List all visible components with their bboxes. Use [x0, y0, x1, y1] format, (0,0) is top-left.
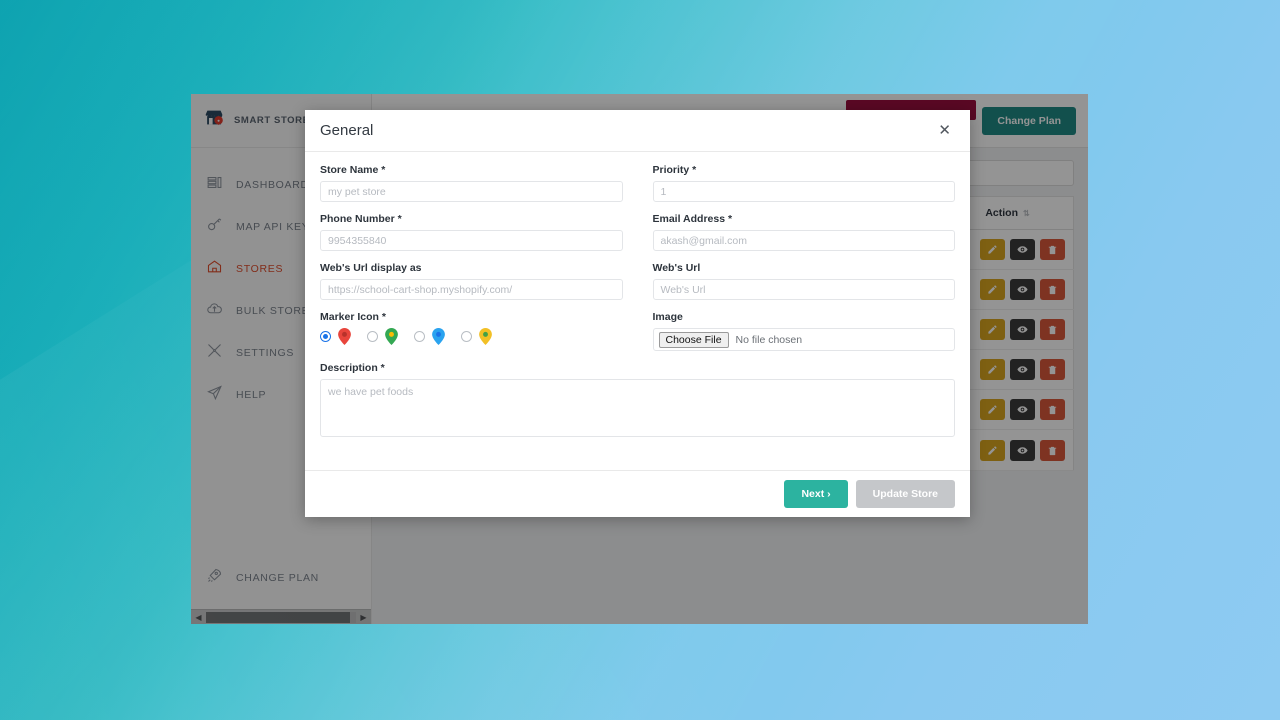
- close-icon[interactable]: ✕: [934, 121, 955, 140]
- sidebar-item-label: CHANGE PLAN: [236, 572, 319, 584]
- field-priority: Priority * 1: [652, 164, 955, 202]
- marker-option-blue-pin[interactable]: [414, 328, 445, 345]
- phone-number-label: Phone Number *: [320, 213, 402, 225]
- web-url-input[interactable]: Web's Url: [652, 279, 955, 300]
- store-name-label: Store Name *: [320, 164, 386, 176]
- view-button[interactable]: [1010, 439, 1035, 461]
- web-url-display-input[interactable]: https://school-cart-shop.myshopify.com/: [320, 279, 623, 300]
- modal-body: Store Name * my pet store Priority * 1 P…: [305, 152, 970, 470]
- view-button[interactable]: [1010, 319, 1035, 340]
- send-icon: [206, 384, 223, 406]
- field-marker-icon: Marker Icon *: [320, 311, 623, 351]
- field-store-name: Store Name * my pet store: [320, 164, 623, 202]
- cloud-upload-icon: [206, 300, 223, 322]
- blue-pin-icon: [432, 328, 445, 345]
- sidebar-item-label: MAP API KEY: [236, 221, 310, 233]
- yellow-pin-icon: [479, 328, 492, 345]
- sidebar-item-change-plan[interactable]: CHANGE PLAN: [191, 557, 371, 599]
- edit-button[interactable]: [980, 239, 1005, 260]
- marker-option-yellow-pin[interactable]: [461, 328, 492, 345]
- modal-title: General: [320, 122, 374, 139]
- tools-icon: [206, 342, 223, 364]
- store-icon: [206, 258, 223, 280]
- column-header-action-label: Action: [985, 207, 1019, 219]
- rocket-icon: [206, 567, 223, 589]
- field-web-url-display: Web's Url display as https://school-cart…: [320, 262, 623, 300]
- scroll-right-arrow[interactable]: ▶: [358, 610, 369, 624]
- view-button[interactable]: [1010, 239, 1035, 260]
- email-address-input[interactable]: akash@gmail.com: [652, 230, 955, 251]
- modal-header: General ✕: [305, 110, 970, 152]
- modal-footer: Next › Update Store: [305, 470, 970, 517]
- google-pin-icon: [385, 328, 398, 345]
- image-file-input[interactable]: Choose File No file chosen: [652, 328, 955, 351]
- marker-option-google-pin[interactable]: [367, 328, 398, 345]
- edit-button[interactable]: [980, 319, 1005, 340]
- description-label: Description *: [320, 362, 385, 374]
- store-name-input[interactable]: my pet store: [320, 181, 623, 202]
- email-address-label: Email Address *: [652, 213, 733, 225]
- edit-button[interactable]: [980, 399, 1005, 420]
- delete-button[interactable]: [1040, 279, 1065, 300]
- edit-button[interactable]: [980, 279, 1005, 300]
- radio-blue-pin[interactable]: [414, 331, 425, 342]
- web-url-label: Web's Url: [652, 262, 701, 274]
- sidebar-item-label: DASHBOARD: [236, 179, 309, 191]
- file-status-text: No file chosen: [735, 333, 803, 346]
- radio-google-pin[interactable]: [367, 331, 378, 342]
- choose-file-button[interactable]: Choose File: [658, 331, 729, 348]
- sidebar-item-label: STORES: [236, 263, 284, 275]
- delete-button[interactable]: [1040, 319, 1065, 340]
- web-url-display-label: Web's Url display as: [320, 262, 422, 274]
- edit-button[interactable]: [980, 439, 1005, 461]
- change-plan-button[interactable]: Change Plan: [982, 106, 1076, 135]
- view-button[interactable]: [1010, 399, 1035, 420]
- field-image: Image Choose File No file chosen: [652, 311, 955, 351]
- marker-option-red-pin[interactable]: [320, 328, 351, 345]
- desktop-wallpaper: SMART STORE LOCATOR DASHBOARD MAP API KE…: [0, 0, 1280, 720]
- marker-icon-label: Marker Icon *: [320, 311, 386, 323]
- key-icon: [206, 216, 223, 238]
- radio-yellow-pin[interactable]: [461, 331, 472, 342]
- field-description: Description * we have pet foods: [320, 362, 955, 437]
- priority-input[interactable]: 1: [652, 181, 955, 202]
- dashboard-icon: [206, 174, 223, 196]
- scrollbar-track[interactable]: [206, 611, 356, 623]
- general-modal: General ✕ Store Name * my pet store Prio…: [305, 110, 970, 517]
- edit-button[interactable]: [980, 359, 1005, 380]
- marker-icon-options: [320, 328, 623, 345]
- scrollbar-thumb[interactable]: [206, 611, 350, 623]
- phone-number-input[interactable]: 9954355840: [320, 230, 623, 251]
- update-store-button[interactable]: Update Store: [855, 480, 955, 508]
- delete-button[interactable]: [1040, 359, 1065, 380]
- field-email-address: Email Address * akash@gmail.com: [652, 213, 955, 251]
- next-button[interactable]: Next ›: [784, 480, 848, 508]
- field-web-url: Web's Url Web's Url: [652, 262, 955, 300]
- delete-button[interactable]: [1040, 239, 1065, 260]
- sidebar-item-label: SETTINGS: [236, 347, 295, 359]
- scroll-left-arrow[interactable]: ◀: [193, 610, 204, 624]
- image-label: Image: [652, 311, 683, 323]
- description-textarea[interactable]: we have pet foods: [320, 379, 955, 437]
- view-button[interactable]: [1010, 359, 1035, 380]
- sort-arrow-icon: ⇅: [1023, 209, 1030, 218]
- store-pin-logo-icon: [203, 107, 225, 134]
- priority-label: Priority *: [652, 164, 697, 176]
- red-pin-icon: [338, 328, 351, 345]
- radio-red-pin[interactable]: [320, 331, 331, 342]
- form-grid: Store Name * my pet store Priority * 1 P…: [320, 164, 955, 448]
- view-button[interactable]: [1010, 279, 1035, 300]
- sidebar-bottom: CHANGE PLAN: [191, 557, 371, 609]
- sidebar-horizontal-scrollbar[interactable]: ◀ ▶: [191, 609, 371, 624]
- delete-button[interactable]: [1040, 399, 1065, 420]
- delete-button[interactable]: [1040, 439, 1065, 461]
- field-phone-number: Phone Number * 9954355840: [320, 213, 623, 251]
- sidebar-item-label: HELP: [236, 389, 267, 401]
